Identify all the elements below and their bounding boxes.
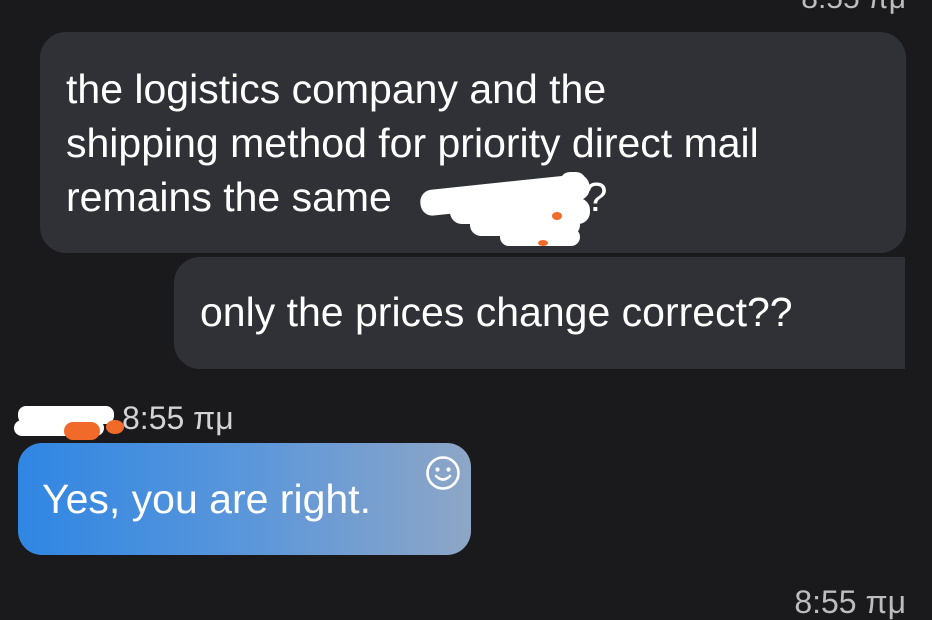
redaction-mark-accent (552, 212, 562, 220)
smiley-face-icon[interactable] (425, 455, 461, 491)
sender-timestamp: 8:55 πμ (122, 400, 234, 436)
message-line: the logistics company and the (66, 66, 607, 112)
redaction-mark (560, 172, 586, 192)
redaction-mark-accent (538, 240, 548, 246)
message-timestamp-bottom: 8:55 πμ (794, 584, 906, 620)
chat-view: 8:55 πμ the logistics company and the sh… (0, 0, 932, 620)
sender-name-redaction-accent (64, 422, 100, 440)
message-line: shipping method for priority direct mail (66, 120, 759, 166)
outgoing-message-2[interactable]: only the prices change correct?? (174, 257, 905, 369)
message-timestamp-top: 8:55 πμ (801, 0, 906, 16)
message-line-text: remains the same (66, 174, 392, 220)
incoming-message[interactable]: Yes, you are right. (18, 443, 471, 555)
sender-header: 8:55 πμ (14, 396, 274, 440)
